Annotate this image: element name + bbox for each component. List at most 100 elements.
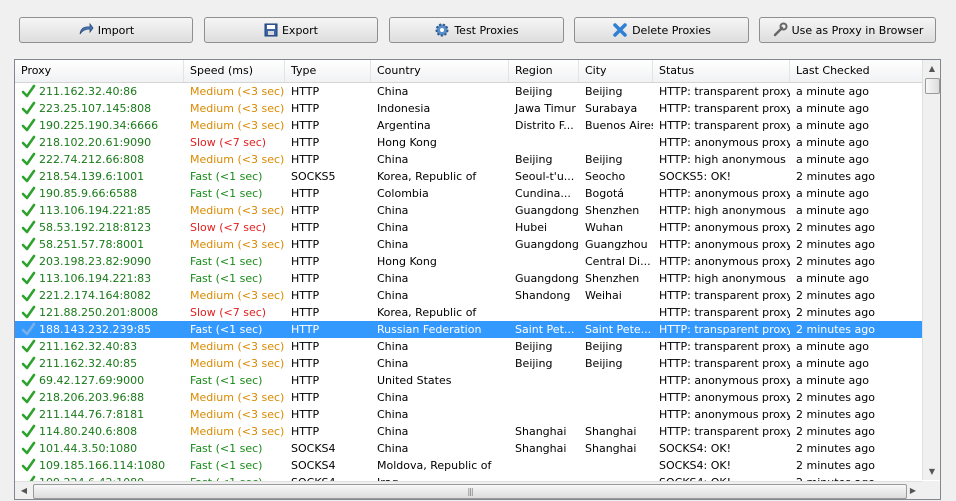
table-row[interactable]: 113.106.194.221:85 Medium (<3 sec) HTTP Chi… bbox=[15, 202, 922, 219]
cell-city: Beijing bbox=[585, 85, 623, 98]
checkmark-icon bbox=[21, 441, 36, 455]
cell-speed: Medium (<3 sec) bbox=[190, 408, 285, 421]
table-row[interactable]: 211.162.32.40:85 Medium (<3 sec) HTTP China… bbox=[15, 355, 922, 372]
table-row[interactable]: 222.74.212.66:808 Medium (<3 sec) HTTP Chin… bbox=[15, 151, 922, 168]
cell-country: China bbox=[377, 153, 409, 166]
table-row[interactable]: 221.2.174.164:8082 Medium (<3 sec) HTTP Chi… bbox=[15, 287, 922, 304]
scroll-left-arrow[interactable]: ◀ bbox=[15, 482, 33, 499]
cell-country: China bbox=[377, 272, 409, 285]
cell-country: China bbox=[377, 442, 409, 455]
cell-checked: a minute ago bbox=[796, 204, 869, 217]
cell-type: HTTP bbox=[291, 153, 320, 166]
import-button[interactable]: Import bbox=[19, 17, 193, 43]
table-row[interactable]: 190.225.190.34:6666 Medium (<3 sec) HTTP Ar… bbox=[15, 117, 922, 134]
cell-city: Beijing bbox=[585, 340, 623, 353]
export-label: Export bbox=[281, 23, 318, 37]
scroll-right-arrow[interactable]: ▶ bbox=[904, 482, 922, 499]
column-header-country[interactable]: Country bbox=[371, 60, 509, 82]
column-header-last-checked[interactable]: Last Checked bbox=[790, 60, 922, 82]
horizontal-scroll-thumb[interactable]: ||| bbox=[33, 484, 907, 499]
cell-type: HTTP bbox=[291, 323, 320, 336]
cell-proxy: 211.144.76.7:8181 bbox=[39, 408, 145, 421]
cell-status: HTTP: transparent proxy bbox=[659, 119, 790, 132]
cell-type: SOCKS5 bbox=[291, 170, 336, 183]
table-row[interactable]: 190.85.9.66:6588 Fast (<1 sec) HTTP Colombi… bbox=[15, 185, 922, 202]
test-proxies-label: Test Proxies bbox=[454, 23, 519, 37]
column-header-speed[interactable]: Speed (ms) bbox=[184, 60, 285, 82]
proxy-list[interactable]: Proxy Speed (ms) Type Country Region Cit… bbox=[14, 59, 941, 500]
scroll-down-arrow[interactable]: ▼ bbox=[923, 463, 940, 480]
table-row[interactable]: 218.54.139.6:1001 Fast (<1 sec) SOCKS5 Kore… bbox=[15, 168, 922, 185]
cell-status: HTTP: transparent proxy bbox=[659, 323, 790, 336]
test-proxies-button[interactable]: Test Proxies bbox=[389, 17, 564, 43]
table-row[interactable]: 109.185.166.114:1080 Fast (<1 sec) SOCKS4 M… bbox=[15, 457, 922, 474]
table-row[interactable]: 58.53.192.218:8123 Slow (<7 sec) HTTP China… bbox=[15, 219, 922, 236]
cell-region: Distrito F... bbox=[515, 119, 574, 132]
table-row[interactable]: 211.162.32.40:83 Medium (<3 sec) HTTP China… bbox=[15, 338, 922, 355]
cell-country: China bbox=[377, 238, 409, 251]
column-header-region[interactable]: Region bbox=[509, 60, 579, 82]
checkmark-icon bbox=[21, 322, 36, 336]
horizontal-scrollbar[interactable]: ◀ ||| ▶ bbox=[15, 481, 922, 499]
cell-country: China bbox=[377, 289, 409, 302]
cell-country: Colombia bbox=[377, 187, 429, 200]
cell-type: HTTP bbox=[291, 255, 320, 268]
column-header-status[interactable]: Status bbox=[653, 60, 790, 82]
checkmark-icon bbox=[21, 271, 36, 285]
use-as-proxy-button[interactable]: Use as Proxy in Browser bbox=[759, 17, 936, 43]
table-row[interactable]: 211.144.76.7:8181 Medium (<3 sec) HTTP Chin… bbox=[15, 406, 922, 423]
cell-proxy: 222.74.212.66:808 bbox=[39, 153, 145, 166]
cell-checked: 2 minutes ago bbox=[796, 391, 875, 404]
table-row[interactable]: 114.80.240.6:808 Medium (<3 sec) HTTP China… bbox=[15, 423, 922, 440]
cell-city: Bogotá bbox=[585, 187, 625, 200]
column-header-city[interactable]: City bbox=[579, 60, 653, 82]
cell-checked: 2 minutes ago bbox=[796, 255, 875, 268]
cell-city: Wuhan bbox=[585, 221, 624, 234]
cell-city: Buenos Aires bbox=[585, 119, 653, 132]
checkmark-icon bbox=[21, 135, 36, 149]
cell-checked: 2 minutes ago bbox=[796, 425, 875, 438]
delete-proxies-button[interactable]: Delete Proxies bbox=[574, 17, 749, 43]
cell-speed: Slow (<7 sec) bbox=[190, 221, 267, 234]
use-as-proxy-label: Use as Proxy in Browser bbox=[791, 23, 924, 37]
cell-region: Seoul-t'u... bbox=[515, 170, 575, 183]
vertical-scrollbar[interactable]: ▲ ▼ bbox=[922, 60, 940, 480]
column-header-proxy[interactable]: Proxy bbox=[15, 60, 184, 82]
cell-city bbox=[579, 389, 653, 406]
table-row[interactable]: 218.206.203.96:88 Medium (<3 sec) HTTP Chin… bbox=[15, 389, 922, 406]
scroll-up-arrow[interactable]: ▲ bbox=[923, 60, 940, 77]
table-row[interactable]: 203.198.23.82:9090 Fast (<1 sec) HTTP Hong … bbox=[15, 253, 922, 270]
cell-region: Guangdong bbox=[515, 204, 579, 217]
table-row[interactable]: 58.251.57.78:8001 Medium (<3 sec) HTTP Chin… bbox=[15, 236, 922, 253]
table-row[interactable]: 113.106.194.221:83 Fast (<1 sec) HTTP China… bbox=[15, 270, 922, 287]
cell-proxy: 121.88.250.201:8008 bbox=[39, 306, 159, 319]
cell-speed: Fast (<1 sec) bbox=[190, 255, 263, 268]
column-header-type[interactable]: Type bbox=[285, 60, 371, 82]
table-row[interactable]: 211.162.32.40:86 Medium (<3 sec) HTTP China… bbox=[15, 83, 922, 100]
cell-type: HTTP bbox=[291, 221, 320, 234]
cell-city bbox=[579, 406, 653, 423]
checkmark-icon bbox=[21, 254, 36, 268]
table-row[interactable]: 218.102.20.61:9090 Slow (<7 sec) HTTP Hong … bbox=[15, 134, 922, 151]
cell-speed: Medium (<3 sec) bbox=[190, 357, 285, 370]
table-row[interactable]: 121.88.250.201:8008 Slow (<7 sec) HTTP Kore… bbox=[15, 304, 922, 321]
checkmark-icon bbox=[21, 305, 36, 319]
checkmark-icon bbox=[21, 169, 36, 183]
table-row[interactable]: 188.143.232.239:85 Fast (<1 sec) HTTP Russi… bbox=[15, 321, 922, 338]
table-row[interactable]: 69.42.127.69:9000 Fast (<1 sec) HTTP United… bbox=[15, 372, 922, 389]
table-row[interactable]: 101.44.3.50:1080 Fast (<1 sec) SOCKS4 China… bbox=[15, 440, 922, 457]
export-button[interactable]: Export bbox=[204, 17, 378, 43]
cell-region: Saint Pet... bbox=[515, 323, 575, 336]
table-row[interactable]: 223.25.107.145:808 Medium (<3 sec) HTTP Ind… bbox=[15, 100, 922, 117]
cell-country: China bbox=[377, 391, 409, 404]
cell-city: Beijing bbox=[585, 357, 623, 370]
cell-checked: a minute ago bbox=[796, 102, 869, 115]
cell-checked: 2 minutes ago bbox=[796, 306, 875, 319]
cell-region: Shanghai bbox=[515, 442, 567, 455]
cell-city: Shenzhen bbox=[585, 272, 640, 285]
cell-speed: Fast (<1 sec) bbox=[190, 187, 263, 200]
cell-city: Saint Pete... bbox=[585, 323, 652, 336]
cell-status: HTTP: transparent proxy bbox=[659, 425, 790, 438]
cell-type: HTTP bbox=[291, 102, 320, 115]
vertical-scroll-thumb[interactable] bbox=[925, 78, 940, 94]
